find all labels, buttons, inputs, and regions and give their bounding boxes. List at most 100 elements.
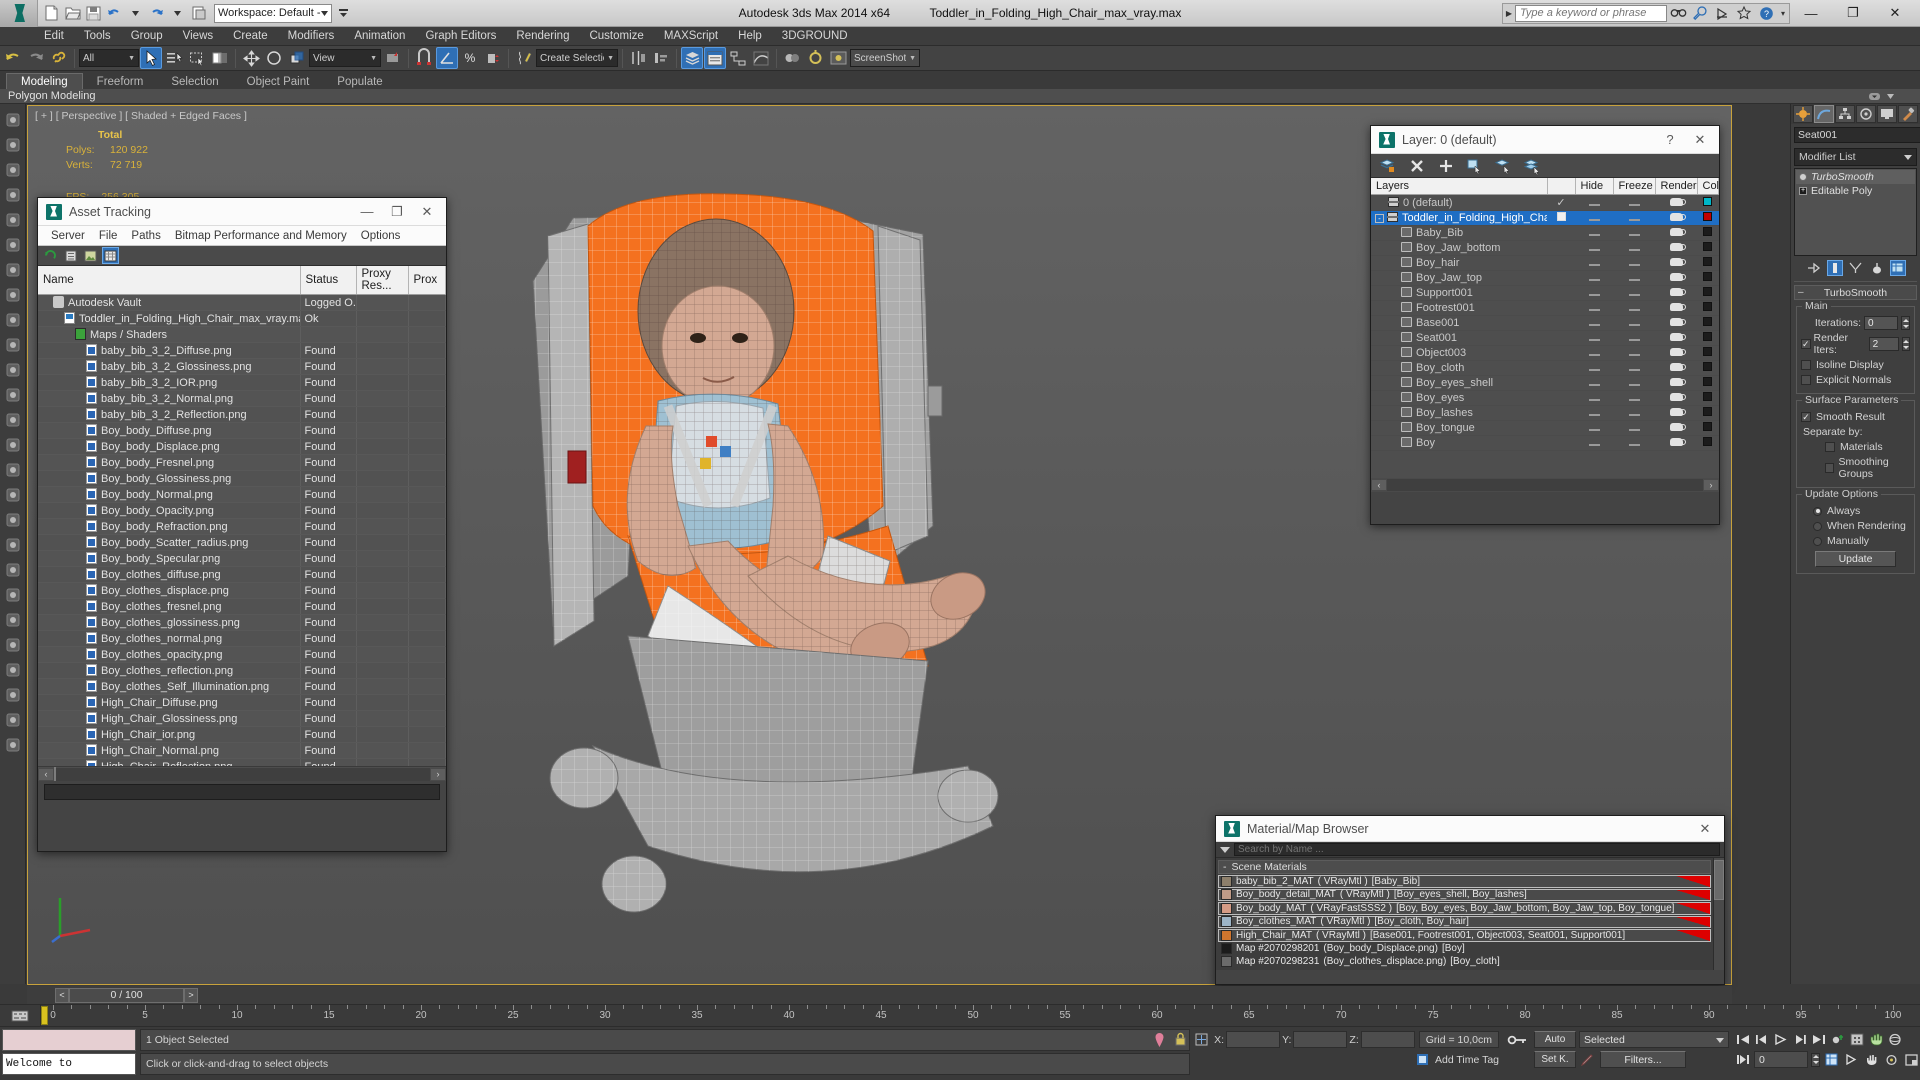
asset-table-hscrollbar[interactable]: ‹ › bbox=[38, 766, 446, 781]
menu-item-help[interactable]: Help bbox=[728, 27, 772, 46]
remove-modifier-icon[interactable] bbox=[1869, 260, 1885, 276]
layer-hide-cell[interactable] bbox=[1575, 375, 1613, 391]
layer-hide-cell[interactable] bbox=[1575, 435, 1613, 451]
layer-current-cell[interactable] bbox=[1547, 390, 1575, 406]
menu-item-animation[interactable]: Animation bbox=[344, 27, 415, 46]
add-layer-icon[interactable] bbox=[1437, 157, 1454, 174]
cylinder-icon[interactable] bbox=[3, 310, 23, 330]
asset-row[interactable]: baby_bib_3_2_IOR.png Found bbox=[38, 374, 446, 391]
conform-icon[interactable] bbox=[3, 210, 23, 230]
render-setup-icon[interactable] bbox=[804, 47, 826, 69]
col-current[interactable] bbox=[1547, 178, 1576, 195]
mb-search-input[interactable] bbox=[1234, 843, 1720, 856]
material-row[interactable]: Boy_body_MAT( VRayFastSSS2 ) [Boy, Boy_ey… bbox=[1218, 902, 1711, 915]
turbosmooth-rollup-header[interactable]: – TurboSmooth bbox=[1794, 285, 1917, 300]
layer-row[interactable]: Boy_Jaw_bottom bbox=[1371, 240, 1719, 256]
snapshot-icon[interactable] bbox=[3, 635, 23, 655]
asset-row[interactable]: Boy_body_Normal.png Found bbox=[38, 486, 446, 503]
use-pivot-center-icon[interactable] bbox=[382, 47, 404, 69]
asset-row[interactable]: Boy_body_Opacity.png Found bbox=[38, 502, 446, 519]
new-file-icon[interactable] bbox=[42, 4, 61, 23]
current-layer-check[interactable]: ✓ bbox=[1556, 197, 1565, 209]
layer-hide-cell[interactable] bbox=[1575, 420, 1613, 436]
scene-explorer-icon[interactable] bbox=[704, 47, 726, 69]
layer-color-swatch[interactable] bbox=[1703, 287, 1713, 296]
viewport-label[interactable]: [ + ] [ Perspective ] [ Shaded + Edged F… bbox=[35, 110, 247, 122]
layer-freeze-cell[interactable] bbox=[1613, 420, 1655, 436]
branches-icon[interactable] bbox=[3, 235, 23, 255]
layer-hide-cell[interactable] bbox=[1575, 300, 1613, 316]
light-bulb-icon[interactable] bbox=[1799, 173, 1807, 181]
asset-row[interactable]: baby_bib_3_2_Normal.png Found bbox=[38, 390, 446, 407]
col-layers[interactable]: Layers bbox=[1371, 178, 1548, 195]
layer-hide-cell[interactable] bbox=[1575, 330, 1613, 346]
asset-row[interactable]: Boy_body_Fresnel.png Found bbox=[38, 454, 446, 471]
col-status[interactable]: Status bbox=[300, 266, 357, 295]
layer-color-cell[interactable] bbox=[1697, 360, 1719, 376]
pin-stack-icon[interactable] bbox=[1806, 260, 1822, 276]
layer-render-cell[interactable] bbox=[1655, 315, 1697, 331]
redo-tool-icon[interactable] bbox=[25, 47, 47, 69]
y-field[interactable] bbox=[1293, 1031, 1348, 1048]
help-dropdown-icon[interactable]: ▾ bbox=[1777, 9, 1789, 18]
twist-icon[interactable] bbox=[3, 485, 23, 505]
layer-color-cell[interactable] bbox=[1697, 405, 1719, 421]
layer-color-swatch[interactable] bbox=[1703, 332, 1713, 341]
layer-color-cell[interactable] bbox=[1697, 194, 1719, 211]
layer-row[interactable]: Boy bbox=[1371, 435, 1719, 451]
layer-hide-cell[interactable] bbox=[1575, 225, 1613, 241]
asset-row[interactable]: Autodesk VaultLogged O... bbox=[38, 294, 446, 311]
select-and-rotate-icon[interactable] bbox=[263, 47, 285, 69]
redo-dropdown-icon[interactable] bbox=[168, 4, 187, 23]
key-mode-icon[interactable] bbox=[1829, 1031, 1846, 1048]
exchange-icon[interactable] bbox=[1711, 3, 1733, 24]
layer-render-cell[interactable] bbox=[1655, 345, 1697, 361]
layer-freeze-cell[interactable] bbox=[1613, 255, 1655, 271]
layer-hscroll-left[interactable]: ‹ bbox=[1371, 479, 1387, 491]
redo-icon[interactable] bbox=[147, 4, 166, 23]
stack-item-editable-poly[interactable]: + Editable Poly bbox=[1796, 184, 1915, 198]
layer-color-swatch[interactable] bbox=[1703, 407, 1713, 416]
layer-color-cell[interactable] bbox=[1697, 240, 1719, 256]
layer-color-swatch[interactable] bbox=[1703, 347, 1713, 356]
layer-render-cell[interactable] bbox=[1655, 210, 1697, 226]
asset-row[interactable]: Boy_body_Glossiness.png Found bbox=[38, 470, 446, 487]
reference-coordinate-combo[interactable]: View ▼ bbox=[309, 49, 381, 67]
restore-button[interactable]: ❐ bbox=[1832, 0, 1874, 26]
thumbnail-view-icon[interactable] bbox=[82, 247, 99, 264]
ribbon-tab-populate[interactable]: Populate bbox=[323, 74, 396, 89]
list-view-icon[interactable] bbox=[62, 247, 79, 264]
explicit-normals-row[interactable]: Explicit Normals bbox=[1801, 374, 1910, 386]
asset-row[interactable]: Boy_body_Scatter_radius.png Found bbox=[38, 534, 446, 551]
search-icon[interactable] bbox=[1667, 3, 1689, 24]
layer-render-cell[interactable] bbox=[1655, 405, 1697, 421]
previous-frame-icon[interactable] bbox=[1753, 1031, 1770, 1048]
layer-hide-cell[interactable] bbox=[1575, 270, 1613, 286]
menu-item-create[interactable]: Create bbox=[223, 27, 278, 46]
angle-snap-icon[interactable] bbox=[436, 47, 458, 69]
col-freeze[interactable]: Freeze bbox=[1613, 178, 1656, 195]
minimized-panel-strip[interactable] bbox=[2, 1029, 136, 1051]
asset-tracking-titlebar[interactable]: Asset Tracking — ❐ ✕ bbox=[38, 198, 446, 226]
hscroll-left-arrow[interactable]: ‹ bbox=[38, 767, 54, 781]
layer-color-swatch[interactable] bbox=[1703, 257, 1713, 266]
asset-row[interactable]: baby_bib_3_2_Reflection.png Found bbox=[38, 406, 446, 423]
ribbon-options-icon[interactable] bbox=[1869, 92, 1894, 101]
layer-render-cell[interactable] bbox=[1655, 270, 1697, 286]
layer-close-button[interactable]: ✕ bbox=[1685, 127, 1715, 153]
taper-icon[interactable] bbox=[3, 510, 23, 530]
modifier-stack[interactable]: TurboSmooth + Editable Poly bbox=[1794, 168, 1917, 256]
layer-color-cell[interactable] bbox=[1697, 300, 1719, 316]
mirror-tool-icon[interactable] bbox=[3, 660, 23, 680]
save-file-icon[interactable] bbox=[84, 4, 103, 23]
rectangular-selection-region-icon[interactable] bbox=[186, 47, 208, 69]
material-row[interactable]: High_Chair_MAT( VRayMtl ) [Base001, Footr… bbox=[1218, 929, 1711, 942]
layer-color-cell[interactable] bbox=[1697, 420, 1719, 436]
close-button[interactable]: ✕ bbox=[1874, 0, 1916, 26]
layer-color-swatch[interactable] bbox=[1703, 302, 1713, 311]
next-frame-icon[interactable] bbox=[1791, 1031, 1808, 1048]
asset-row[interactable]: Maps / Shaders bbox=[38, 326, 446, 343]
layer-current-checkbox[interactable] bbox=[1556, 212, 1566, 221]
layer-current-cell[interactable] bbox=[1547, 330, 1575, 346]
layer-freeze-cell[interactable] bbox=[1613, 390, 1655, 406]
